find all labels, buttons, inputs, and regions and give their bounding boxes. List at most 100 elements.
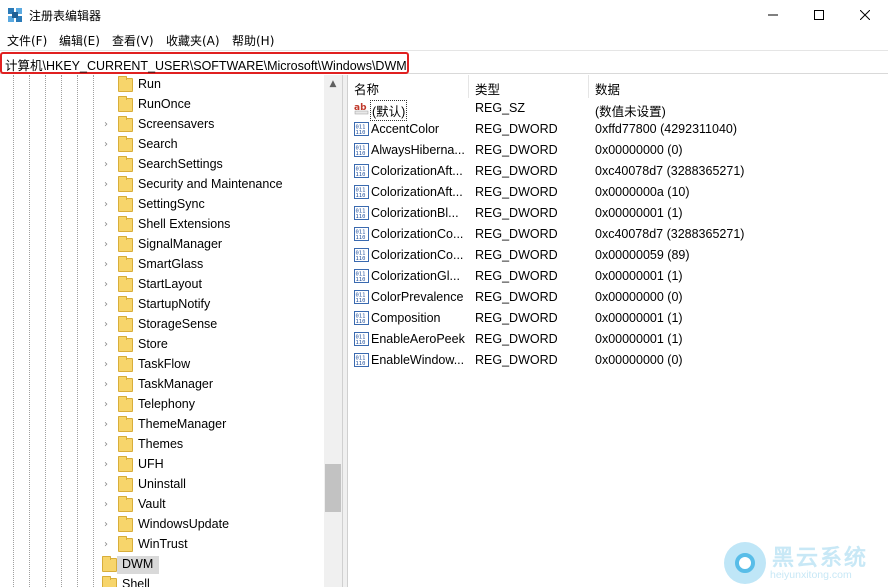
menu-edit[interactable]: 编辑(E) [59, 32, 100, 49]
tree-item[interactable]: › ThemeManager [0, 415, 324, 435]
tree-item[interactable]: › StartLayout [0, 275, 324, 295]
column-header-type[interactable]: 类型 [469, 75, 589, 98]
tree-item[interactable]: › SearchSettings [0, 155, 324, 175]
registry-value-row[interactable]: 011 110 EnableWindow... REG_DWORD 0x00000000… [348, 350, 888, 371]
expand-chevron-icon[interactable]: › [104, 259, 114, 271]
registry-value-row[interactable]: 011 110 ColorizationBl... REG_DWORD 0x000000… [348, 203, 888, 224]
registry-value-row[interactable]: ab (默认) REG_SZ (数值未设置) [348, 98, 888, 121]
value-name: EnableWindow... [371, 353, 465, 367]
svg-text:110: 110 [356, 151, 366, 157]
tree-item[interactable]: › StartupNotify [0, 295, 324, 315]
tree-item[interactable]: › TaskManager [0, 375, 324, 395]
tree-scrollbar[interactable]: ▲ [324, 75, 342, 587]
expand-chevron-icon[interactable]: › [104, 179, 114, 191]
folder-icon [118, 496, 133, 512]
tree-item-label: Shell Extensions [138, 217, 231, 231]
tree-item[interactable]: › Uninstall [0, 475, 324, 495]
tree-item[interactable]: › StorageSense [0, 315, 324, 335]
registry-value-row[interactable]: 011 110 ColorizationAft... REG_DWORD 0xc4007… [348, 161, 888, 182]
expand-chevron-icon[interactable]: › [104, 139, 114, 151]
expand-chevron-icon[interactable]: › [104, 419, 114, 431]
tree-item[interactable]: › UFH [0, 455, 324, 475]
expand-chevron-icon[interactable]: › [104, 219, 114, 231]
expand-chevron-icon[interactable]: › [104, 279, 114, 291]
expand-chevron-icon[interactable]: › [104, 239, 114, 251]
registry-value-row[interactable]: 011 110 ColorPrevalence REG_DWORD 0x00000000… [348, 287, 888, 308]
value-name: AlwaysHiberna... [371, 143, 465, 157]
menu-favorites[interactable]: 收藏夹(A) [166, 32, 220, 49]
tree-item-selected[interactable]: DWM [0, 555, 324, 575]
column-header-data[interactable]: 数据 [589, 75, 888, 98]
tree-item[interactable]: › SignalManager [0, 235, 324, 255]
expand-chevron-icon[interactable]: › [104, 519, 114, 531]
minimize-button[interactable] [750, 0, 796, 30]
column-header-name[interactable]: 名称 [348, 75, 469, 98]
value-name: ColorizationCo... [371, 248, 464, 262]
scrollbar-thumb[interactable] [325, 464, 341, 512]
registry-value-row[interactable]: 011 110 Composition REG_DWORD 0x00000001 (1) [348, 308, 888, 329]
expand-chevron-icon[interactable]: › [104, 499, 114, 511]
tree-item[interactable]: › Vault [0, 495, 324, 515]
address-bar[interactable]: 计算机\HKEY_CURRENT_USER\SOFTWARE\Microsoft… [0, 50, 888, 74]
maximize-button[interactable] [796, 0, 842, 30]
registry-value-row[interactable]: 011 110 ColorizationAft... REG_DWORD 0x00000… [348, 182, 888, 203]
tree-item-label: Security and Maintenance [138, 177, 283, 191]
registry-value-row[interactable]: 011 110 EnableAeroPeek REG_DWORD 0x00000001 … [348, 329, 888, 350]
expand-chevron-icon[interactable]: › [104, 439, 114, 451]
tree-item[interactable]: › SmartGlass [0, 255, 324, 275]
menu-file[interactable]: 文件(F) [7, 32, 47, 49]
menu-help[interactable]: 帮助(H) [232, 32, 274, 49]
folder-icon [118, 296, 133, 312]
tree-item[interactable]: › WindowsUpdate [0, 515, 324, 535]
tree-item[interactable]: Run [0, 75, 324, 95]
registry-value-row[interactable]: 011 110 AccentColor REG_DWORD 0xffd77800 (42… [348, 119, 888, 140]
svg-text:110: 110 [356, 172, 366, 178]
svg-text:110: 110 [356, 214, 366, 220]
address-path[interactable]: 计算机\HKEY_CURRENT_USER\SOFTWARE\Microsoft… [5, 55, 407, 74]
value-type: REG_DWORD [475, 290, 558, 304]
expand-chevron-icon[interactable]: › [104, 459, 114, 471]
expand-chevron-icon[interactable]: › [104, 159, 114, 171]
close-button[interactable] [842, 0, 888, 30]
value-name: ColorizationAft... [371, 164, 463, 178]
registry-value-row[interactable]: 011 110 AlwaysHiberna... REG_DWORD 0x0000000… [348, 140, 888, 161]
tree-item[interactable]: › Search [0, 135, 324, 155]
tree-item[interactable]: RunOnce [0, 95, 324, 115]
tree-item[interactable]: › WinTrust [0, 535, 324, 555]
tree-item[interactable]: › Store [0, 335, 324, 355]
expand-chevron-icon[interactable]: › [104, 339, 114, 351]
value-type: REG_DWORD [475, 143, 558, 157]
value-data: 0x00000059 (89) [595, 248, 690, 262]
registry-value-row[interactable]: 011 110 ColorizationGl... REG_DWORD 0x000000… [348, 266, 888, 287]
folder-icon [118, 76, 133, 92]
expand-chevron-icon[interactable]: › [104, 399, 114, 411]
tree-item[interactable]: Shell [0, 575, 324, 587]
registry-value-row[interactable]: 011 110 ColorizationCo... REG_DWORD 0xc40078… [348, 224, 888, 245]
expand-chevron-icon[interactable]: › [104, 319, 114, 331]
tree-item[interactable]: › Telephony [0, 395, 324, 415]
tree-item-label: Vault [138, 497, 166, 511]
expand-chevron-icon[interactable]: › [104, 539, 114, 551]
expand-chevron-icon[interactable]: › [104, 479, 114, 491]
value-type: REG_DWORD [475, 185, 558, 199]
svg-text:110: 110 [356, 235, 366, 241]
menu-view[interactable]: 查看(V) [112, 32, 154, 49]
tree-item[interactable]: › Themes [0, 435, 324, 455]
tree-item[interactable]: › TaskFlow [0, 355, 324, 375]
expand-chevron-icon[interactable]: › [104, 199, 114, 211]
tree-item[interactable]: › Security and Maintenance [0, 175, 324, 195]
dword-value-icon: 011110 [354, 332, 369, 346]
value-name: ColorizationAft... [371, 185, 463, 199]
tree-item[interactable]: › SettingSync [0, 195, 324, 215]
window-title: 注册表编辑器 [29, 9, 102, 23]
expand-chevron-icon[interactable]: › [104, 359, 114, 371]
expand-chevron-icon[interactable]: › [104, 299, 114, 311]
registry-value-row[interactable]: 011 110 ColorizationCo... REG_DWORD 0x000000… [348, 245, 888, 266]
dword-value-icon: 011110 [354, 185, 369, 199]
scroll-up-arrow-icon[interactable]: ▲ [324, 75, 342, 93]
tree-item-label: RunOnce [138, 97, 191, 111]
expand-chevron-icon[interactable]: › [104, 119, 114, 131]
tree-item[interactable]: › Shell Extensions [0, 215, 324, 235]
tree-item[interactable]: › Screensavers [0, 115, 324, 135]
expand-chevron-icon[interactable]: › [104, 379, 114, 391]
